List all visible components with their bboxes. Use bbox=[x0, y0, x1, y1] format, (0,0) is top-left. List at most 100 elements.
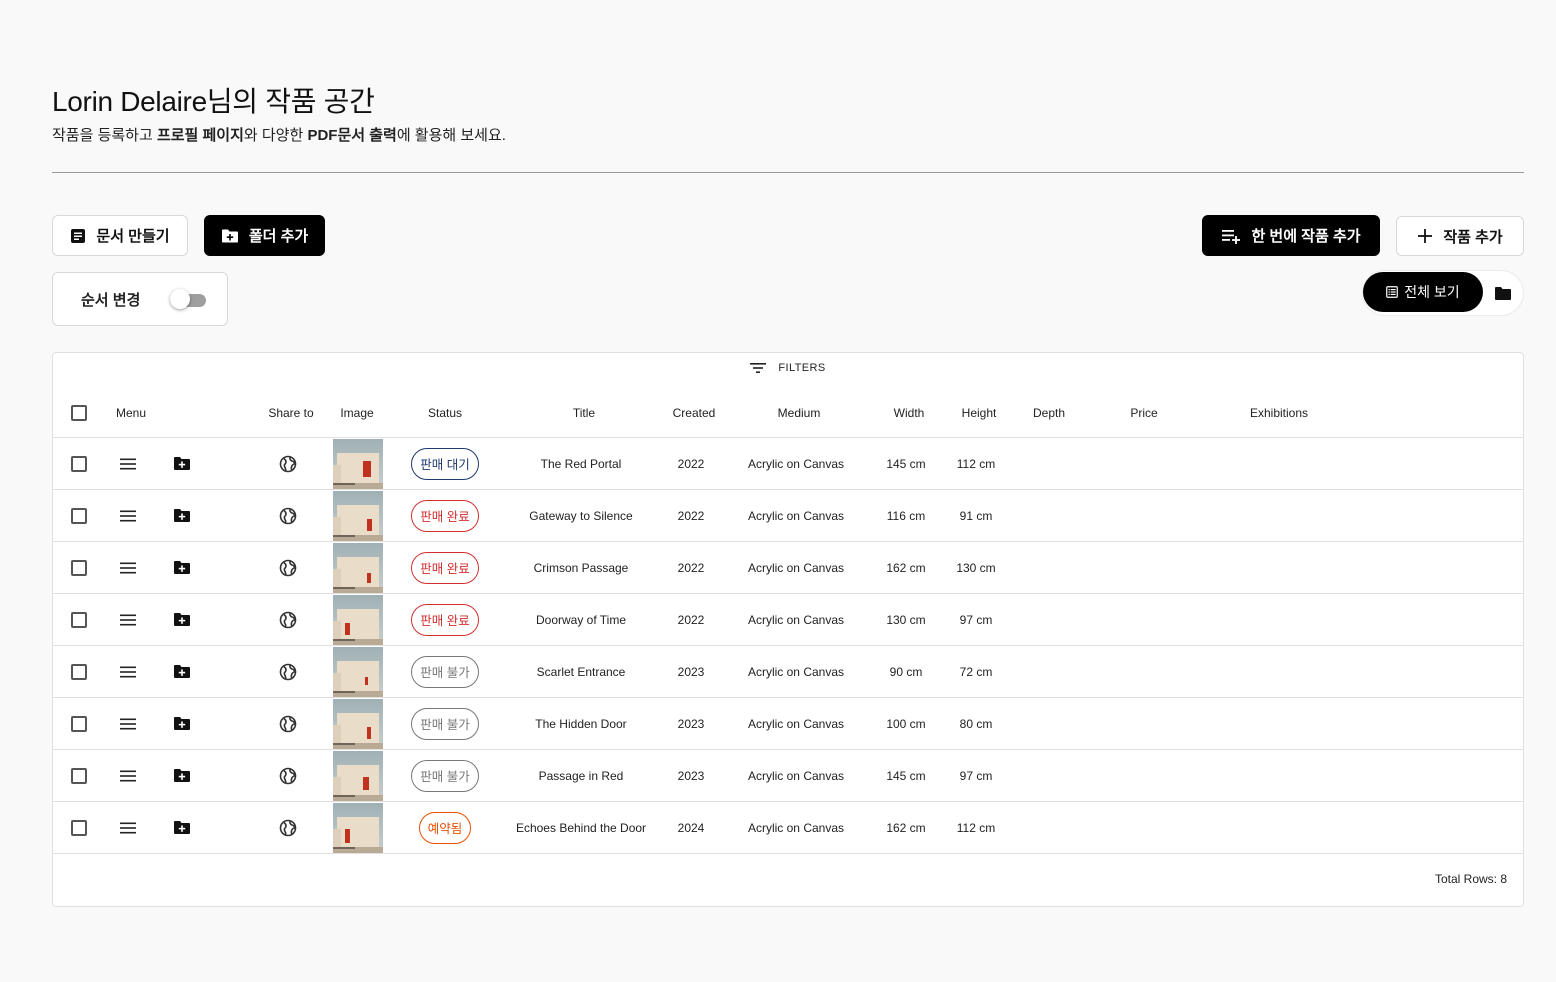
column-header[interactable]: Price bbox=[1109, 388, 1179, 438]
row-add-to-folder-button[interactable] bbox=[171, 646, 193, 697]
checkbox-box bbox=[71, 611, 87, 628]
status-badge[interactable]: 판매 완료 bbox=[411, 551, 479, 584]
row-share-button[interactable] bbox=[277, 750, 299, 801]
row-share-button[interactable] bbox=[277, 542, 299, 593]
row-share-button[interactable] bbox=[277, 490, 299, 541]
column-header[interactable]: Depth bbox=[1019, 388, 1079, 438]
row-menu-button[interactable] bbox=[117, 594, 139, 645]
column-header[interactable]: Medium bbox=[739, 388, 859, 438]
add-work-button[interactable]: 작품 추가 bbox=[1396, 216, 1524, 256]
status-badge[interactable]: 판매 완료 bbox=[411, 603, 479, 636]
title-cell[interactable]: Crimson Passage bbox=[506, 542, 656, 593]
bulk-add-works-button[interactable]: 한 번에 작품 추가 bbox=[1202, 215, 1380, 256]
row-share-button[interactable] bbox=[277, 594, 299, 645]
row-menu-button[interactable] bbox=[117, 802, 139, 853]
row-checkbox[interactable] bbox=[69, 594, 89, 645]
row-checkbox[interactable] bbox=[69, 646, 89, 697]
table-row[interactable]: 판매 불가 The Hidden Door 2023 Acrylic on Ca… bbox=[53, 698, 1523, 750]
folder-view-button[interactable] bbox=[1493, 283, 1513, 303]
row-menu-button[interactable] bbox=[117, 646, 139, 697]
width-cell: 100 cm bbox=[886, 716, 926, 731]
row-share-button[interactable] bbox=[277, 802, 299, 853]
filters-button[interactable]: FILTERS bbox=[53, 353, 1523, 383]
artwork-image bbox=[333, 543, 383, 593]
artwork-thumbnail[interactable] bbox=[333, 595, 383, 645]
column-header[interactable]: Status bbox=[405, 388, 485, 438]
row-add-to-folder-button[interactable] bbox=[171, 490, 193, 541]
title-cell[interactable]: Doorway of Time bbox=[506, 594, 656, 645]
row-menu-button[interactable] bbox=[117, 698, 139, 749]
column-header[interactable]: Menu bbox=[111, 388, 151, 438]
row-menu-button[interactable] bbox=[117, 750, 139, 801]
folder-plus-icon bbox=[174, 613, 190, 626]
view-all-button[interactable]: 전체 보기 bbox=[1363, 272, 1483, 312]
title-cell[interactable]: The Red Portal bbox=[506, 438, 656, 489]
table-row[interactable]: 판매 완료 Doorway of Time 2022 Acrylic on Ca… bbox=[53, 594, 1523, 646]
status-badge[interactable]: 예약됨 bbox=[418, 811, 472, 844]
status-badge[interactable]: 판매 완료 bbox=[411, 499, 479, 532]
artwork-thumbnail[interactable] bbox=[333, 439, 383, 489]
column-header[interactable]: Created bbox=[659, 388, 729, 438]
add-folder-button[interactable]: 폴더 추가 bbox=[204, 215, 325, 256]
table-row[interactable]: 예약됨 Echoes Behind the Door 2024 Acrylic … bbox=[53, 802, 1523, 854]
height-cell: 72 cm bbox=[959, 664, 993, 679]
created-cell: 2022 bbox=[677, 560, 705, 575]
table-row[interactable]: 판매 불가 Scarlet Entrance 2023 Acrylic on C… bbox=[53, 646, 1523, 698]
row-menu-button[interactable] bbox=[117, 438, 139, 489]
title-cell[interactable]: The Hidden Door bbox=[506, 698, 656, 749]
row-checkbox[interactable] bbox=[69, 542, 89, 593]
status-badge[interactable]: 판매 대기 bbox=[411, 447, 479, 480]
row-share-button[interactable] bbox=[277, 438, 299, 489]
row-checkbox[interactable] bbox=[69, 438, 89, 489]
table-row[interactable]: 판매 완료 Crimson Passage 2022 Acrylic on Ca… bbox=[53, 542, 1523, 594]
reorder-toggle[interactable] bbox=[170, 288, 207, 310]
row-checkbox[interactable] bbox=[69, 750, 89, 801]
row-add-to-folder-button[interactable] bbox=[171, 594, 193, 645]
row-menu-button[interactable] bbox=[117, 490, 139, 541]
subtitle-text: 와 다양한 bbox=[243, 127, 308, 144]
row-add-to-folder-button[interactable] bbox=[171, 750, 193, 801]
row-add-to-folder-button[interactable] bbox=[171, 438, 193, 489]
table-row[interactable]: 판매 완료 Gateway to Silence 2022 Acrylic on… bbox=[53, 490, 1523, 542]
artwork-thumbnail[interactable] bbox=[333, 803, 383, 853]
status-cell: 판매 불가 bbox=[405, 646, 485, 697]
folder-plus-icon bbox=[174, 717, 190, 730]
row-menu-button[interactable] bbox=[117, 542, 139, 593]
artwork-thumbnail[interactable] bbox=[333, 543, 383, 593]
status-badge[interactable]: 판매 불가 bbox=[411, 707, 479, 740]
artwork-thumbnail[interactable] bbox=[333, 647, 383, 697]
row-checkbox[interactable] bbox=[69, 490, 89, 541]
row-add-to-folder-button[interactable] bbox=[171, 542, 193, 593]
menu-icon bbox=[120, 510, 136, 521]
column-header[interactable]: Height bbox=[949, 388, 1009, 438]
column-header[interactable]: Title bbox=[514, 388, 654, 438]
column-header[interactable]: Width bbox=[879, 388, 939, 438]
title-cell[interactable]: Gateway to Silence bbox=[506, 490, 656, 541]
select-all-checkbox[interactable] bbox=[69, 388, 89, 438]
status-badge[interactable]: 판매 불가 bbox=[411, 655, 479, 688]
status-badge[interactable]: 판매 불가 bbox=[411, 759, 479, 792]
title-cell[interactable]: Passage in Red bbox=[506, 750, 656, 801]
column-header[interactable]: Exhibitions bbox=[1229, 388, 1329, 438]
make-document-button[interactable]: 문서 만들기 bbox=[52, 215, 188, 256]
menu-icon bbox=[120, 458, 136, 469]
medium-cell: Acrylic on Canvas bbox=[747, 560, 845, 575]
row-checkbox[interactable] bbox=[69, 802, 89, 853]
column-header[interactable]: Image bbox=[331, 388, 383, 438]
artwork-thumbnail[interactable] bbox=[333, 699, 383, 749]
row-share-button[interactable] bbox=[277, 646, 299, 697]
column-header[interactable]: Share to bbox=[261, 388, 321, 438]
artwork-thumbnail[interactable] bbox=[333, 491, 383, 541]
row-add-to-folder-button[interactable] bbox=[171, 802, 193, 853]
title-cell[interactable]: Scarlet Entrance bbox=[506, 646, 656, 697]
row-add-to-folder-button[interactable] bbox=[171, 698, 193, 749]
table-row[interactable]: 판매 대기 The Red Portal 2022 Acrylic on Can… bbox=[53, 438, 1523, 490]
row-share-button[interactable] bbox=[277, 698, 299, 749]
row-checkbox[interactable] bbox=[69, 698, 89, 749]
table-row[interactable]: 판매 불가 Passage in Red 2023 Acrylic on Can… bbox=[53, 750, 1523, 802]
artwork-thumbnail[interactable] bbox=[333, 751, 383, 801]
status-cell: 판매 완료 bbox=[405, 542, 485, 593]
checkbox-box bbox=[71, 663, 87, 680]
title-cell[interactable]: Echoes Behind the Door bbox=[506, 802, 656, 853]
subtitle-profile-page: 프로필 페이지 bbox=[156, 127, 244, 144]
